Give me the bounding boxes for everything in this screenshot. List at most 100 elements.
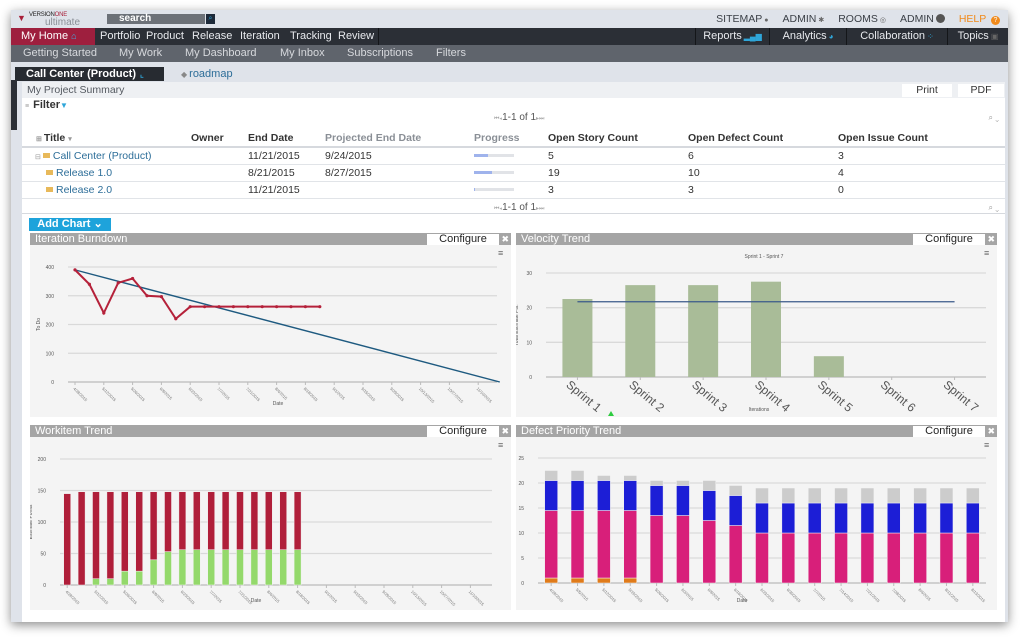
stacked-bar-segment <box>106 491 115 579</box>
top-link-help[interactable]: HELP ? <box>959 13 1000 25</box>
col-end-date[interactable]: End Date <box>248 130 325 148</box>
stacked-bar-segment <box>178 491 187 550</box>
row-open-issue-count: 3 <box>838 147 1005 165</box>
subnav-my-work[interactable]: My Work <box>119 45 162 61</box>
velocity-bar <box>625 285 656 377</box>
x-tick-label: 8/13/2015 <box>970 587 987 604</box>
subnav-my-inbox[interactable]: My Inbox <box>280 45 325 61</box>
grid-options-bottom[interactable]: ⌕ ⌄ <box>989 203 1000 213</box>
folder-icon <box>42 152 50 158</box>
close-icon[interactable]: ✖ <box>987 233 995 245</box>
col-progress[interactable]: Progress <box>474 130 548 148</box>
filter-icon: ▼ <box>60 101 68 110</box>
subnav-filters[interactable]: Filters <box>436 45 466 61</box>
y-tick-label: 400 <box>46 265 55 271</box>
grip-icon: ≡ <box>25 103 30 110</box>
todo-point <box>246 305 250 309</box>
stacked-bar-segment <box>570 480 585 511</box>
close-icon[interactable]: ✖ <box>987 425 995 437</box>
sidebar-toggle-handle[interactable] <box>11 80 17 130</box>
nav-collaboration[interactable]: Collaboration ⁘ <box>846 28 947 45</box>
nav-my-home[interactable]: My Home ⌂ <box>11 28 95 45</box>
nav-review[interactable]: Review <box>333 28 379 45</box>
x-tick-label: 10/13/2015 <box>410 589 428 607</box>
nav-analytics[interactable]: Analytics ◕ <box>769 28 846 45</box>
print-button[interactable]: Print <box>902 84 952 97</box>
collapse-icon[interactable]: ⊟ <box>35 154 41 161</box>
stacked-bar-segment <box>702 480 717 491</box>
nav-tracking[interactable]: Tracking <box>285 28 337 45</box>
col-open-defect-count[interactable]: Open Defect Count <box>688 130 838 148</box>
row-title-link[interactable]: Call Center (Product) <box>53 150 152 162</box>
x-tick-label: 9/29/2015 <box>381 589 398 606</box>
nav-topics[interactable]: Topics ▣ <box>947 28 1008 45</box>
stacked-bar-segment <box>92 491 100 579</box>
x-axis-label: Iterations <box>749 407 770 413</box>
progress-bar <box>474 153 514 157</box>
col-title[interactable]: ⊞ Title ▾ <box>22 130 191 148</box>
pager-first-icon[interactable]: ⏮◂ <box>494 206 502 212</box>
top-link-sitemap[interactable]: SITEMAP ● <box>716 13 768 25</box>
widget-velocity-trend: Velocity Trend Configure ✖ ≡ 0 10 20 30 Tota… <box>516 233 997 417</box>
tab-call-center-product[interactable]: Call Center (Product) ⌞ <box>15 67 164 81</box>
filter-toggle[interactable]: ≡ Filter▼ <box>25 99 68 111</box>
stacked-bar-segment <box>265 491 273 550</box>
row-title-link[interactable]: Release 1.0 <box>56 167 112 179</box>
col-open-issue-count[interactable]: Open Issue Count <box>838 130 1005 148</box>
search-input[interactable]: search <box>107 14 205 24</box>
x-tick-label: 5/12/2015 <box>101 386 118 403</box>
top-link-rooms[interactable]: ROOMS ◎ <box>838 13 886 25</box>
row-end-date: 11/21/2015 <box>248 147 325 165</box>
x-tick-label: 7/28/2015 <box>891 587 908 604</box>
configure-button[interactable]: Configure <box>913 426 985 437</box>
x-tick-label: 6/9/2015 <box>151 589 166 604</box>
pager-next-icon[interactable]: ▸⏭ <box>536 116 544 122</box>
add-chart-button[interactable]: Add Chart ⌄ <box>29 218 111 231</box>
close-icon[interactable]: ✖ <box>501 233 509 245</box>
pager-bottom: ⏮◂1-1 of 1▸⏭ <box>494 202 545 213</box>
subnav-subscriptions[interactable]: Subscriptions <box>347 45 413 61</box>
y-axis-label: To Do <box>36 318 42 331</box>
subnav-my-dashboard[interactable]: My Dashboard <box>185 45 257 61</box>
configure-button[interactable]: Configure <box>427 426 499 437</box>
stacked-bar-segment <box>887 502 901 534</box>
stacked-bar-segment <box>544 480 558 511</box>
x-axis-label: Date <box>273 401 284 407</box>
subnav-getting-started[interactable]: Getting Started <box>23 45 97 61</box>
y-tick-label: 10 <box>518 531 524 537</box>
stacked-bar-segment <box>265 549 273 586</box>
configure-button[interactable]: Configure <box>913 234 985 245</box>
nav-reports[interactable]: Reports ▂▄▆ <box>695 28 769 45</box>
configure-button[interactable]: Configure <box>427 234 499 245</box>
col-projected-end-date[interactable]: Projected End Date <box>325 130 474 148</box>
workitem-chart: 0 50 100 150 200 Estimate Points 4/28/2015 5/12… <box>30 457 492 607</box>
close-icon[interactable]: ✖ <box>501 425 509 437</box>
nav-iteration[interactable]: Iteration <box>235 28 285 45</box>
top-link-admin[interactable]: ADMIN ✱ <box>782 13 824 25</box>
zoom-icon: ⌕ <box>988 203 993 212</box>
nav-release[interactable]: Release <box>187 28 237 45</box>
todo-point <box>231 305 235 309</box>
row-open-story-count: 5 <box>548 147 688 165</box>
nav-portfolio[interactable]: Portfolio <box>95 28 145 45</box>
row-title-link[interactable]: Release 2.0 <box>56 184 112 196</box>
col-open-story-count[interactable]: Open Story Count <box>548 130 688 148</box>
pager-first-icon[interactable]: ⏮◂ <box>494 116 502 122</box>
search-button[interactable]: ⌕ <box>206 14 215 24</box>
stacked-bar-segment <box>121 491 129 572</box>
col-owner[interactable]: Owner <box>191 130 248 148</box>
logo[interactable]: ▼ VERSIONONE ultimate <box>17 12 97 28</box>
pager-next-icon[interactable]: ▸⏭ <box>536 206 544 212</box>
pdf-button[interactable]: PDF <box>958 84 1004 97</box>
x-tick-label: 6/2/2015 <box>680 587 695 602</box>
rooms-icon: ◎ <box>879 17 886 24</box>
nav-product[interactable]: Product <box>141 28 189 45</box>
roadmap-link[interactable]: ◆ roadmap <box>181 67 233 82</box>
x-tick-label: 6/23/2015 <box>180 589 197 606</box>
x-tick-label: 9/15/2015 <box>352 589 369 606</box>
stacked-bar-segment <box>939 532 954 584</box>
chevron-down-icon: ⌄ <box>995 203 999 212</box>
grid-options-top[interactable]: ⌕ ⌄ <box>989 113 1000 123</box>
stacked-bar-segment <box>149 491 158 561</box>
top-link-user[interactable]: ADMIN <box>900 13 945 25</box>
